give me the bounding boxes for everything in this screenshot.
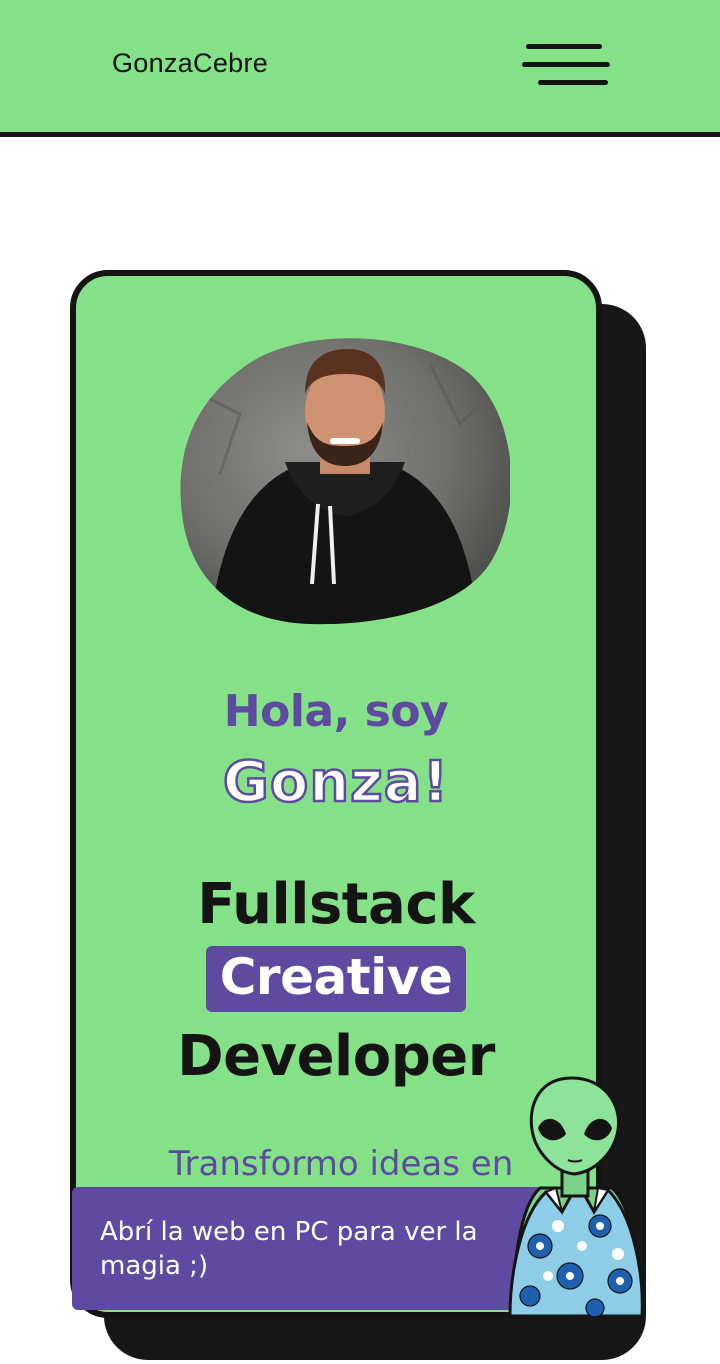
top-navbar: GonzaCebre bbox=[0, 0, 720, 137]
greeting-name: Gonza! bbox=[222, 749, 450, 817]
brand-logo-text[interactable]: GonzaCebre bbox=[112, 48, 268, 79]
greeting-line: Hola, soy bbox=[223, 686, 449, 737]
role-highlight-wrapper: Creative bbox=[76, 946, 596, 1012]
role-fullstack: Fullstack bbox=[197, 872, 475, 937]
role-creative-badge: Creative bbox=[205, 946, 467, 1012]
toast-message: Abrí la web en PC para ver la magia ;) bbox=[100, 1217, 478, 1281]
alien-mascot-icon bbox=[508, 1076, 644, 1316]
avatar bbox=[180, 338, 510, 625]
hamburger-menu-icon[interactable] bbox=[516, 38, 616, 94]
